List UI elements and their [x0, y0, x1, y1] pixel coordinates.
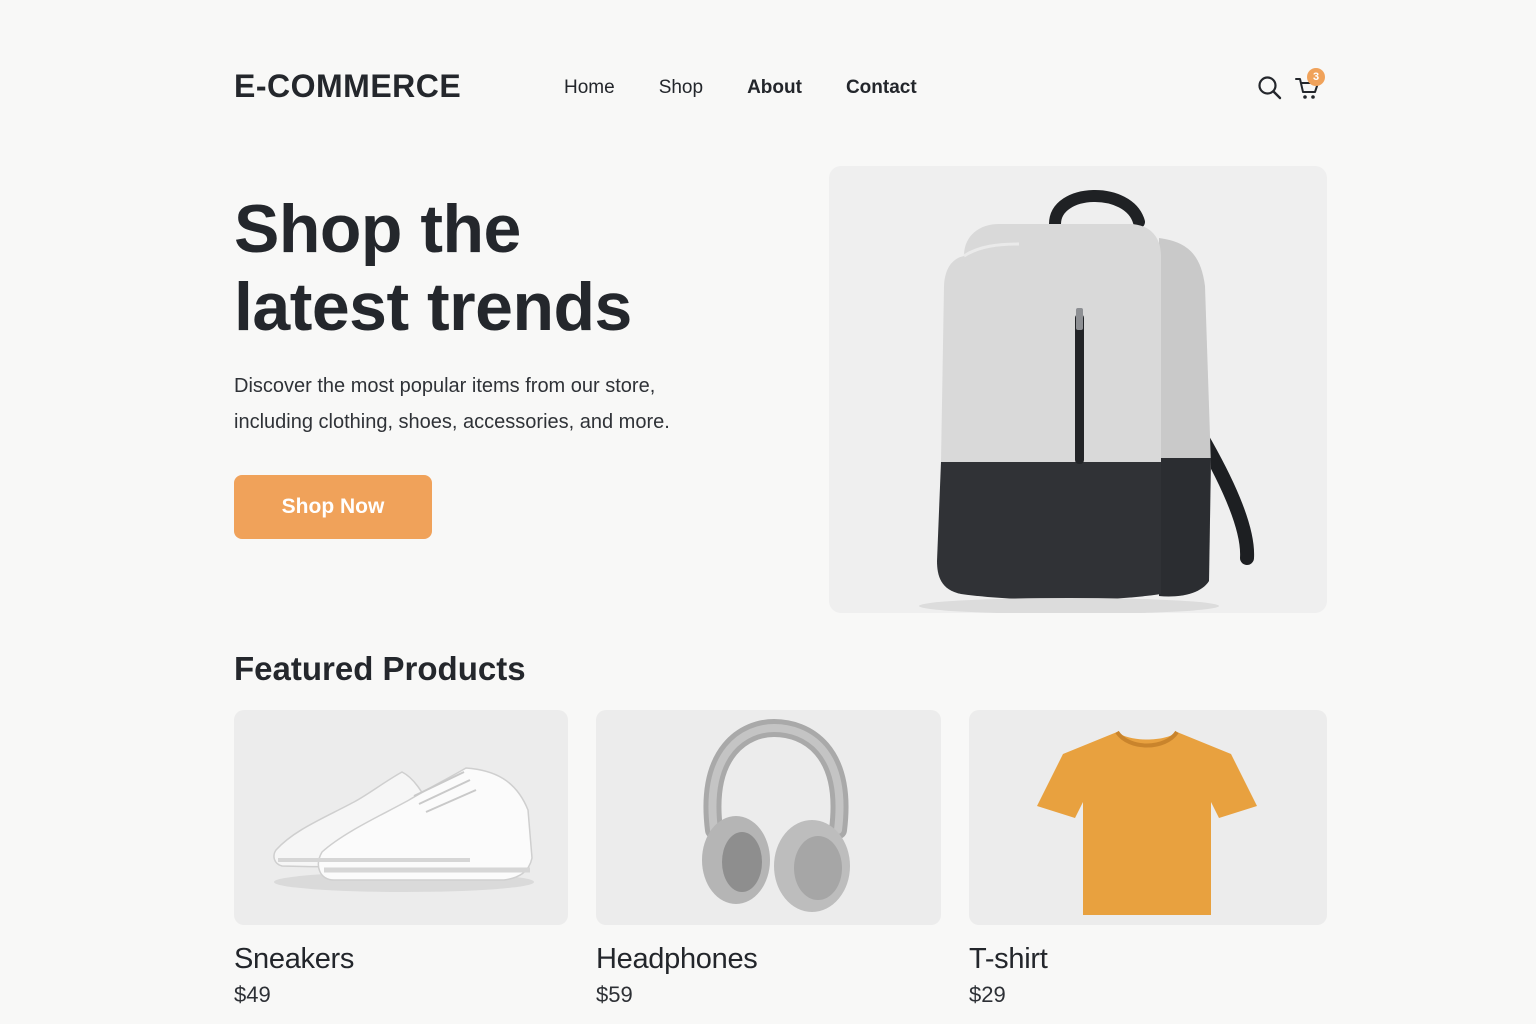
product-card-sneakers[interactable]: Sneakers $49 [234, 710, 568, 1008]
nav-about-link[interactable]: About [747, 76, 802, 100]
hero-subtitle-line1: Discover the most popular items from our… [234, 375, 656, 397]
sneakers-image [273, 767, 534, 892]
cart-count-badge: 3 [1307, 68, 1325, 86]
tshirt-image [1037, 730, 1257, 915]
product-price: $59 [596, 982, 633, 1007]
product-image-tshirt[interactable] [969, 710, 1327, 925]
hero-title-line2: latest trends [234, 269, 632, 345]
nav-contact-link[interactable]: Contact [846, 76, 917, 100]
search-icon [1258, 76, 1282, 100]
backpack-image [919, 190, 1255, 613]
page: E-COMMERCE Home Shop About Contact 3 Sho… [0, 0, 1536, 1024]
featured-products-title: Featured Products [234, 650, 526, 687]
hero-subtitle: Discover the most popular items from our… [234, 368, 754, 440]
product-image-headphones[interactable] [596, 710, 941, 925]
headphones-image [702, 718, 850, 912]
product-price: $49 [234, 982, 271, 1007]
hero-image-card[interactable] [829, 166, 1327, 613]
product-name[interactable]: T-shirt [969, 943, 1327, 976]
hero-title-line1: Shop the [234, 191, 521, 267]
product-name[interactable]: Headphones [596, 943, 941, 976]
nav-home-link[interactable]: Home [564, 76, 615, 100]
brand-logo[interactable]: E-COMMERCE [234, 68, 461, 105]
search-button[interactable] [1256, 74, 1284, 102]
hero-title: Shop the latest trends [234, 190, 754, 346]
shop-now-button[interactable]: Shop Now [234, 475, 432, 539]
product-price: $29 [969, 982, 1006, 1007]
header-actions: 3 [1256, 68, 1328, 106]
main-nav: Home Shop About Contact [564, 76, 961, 100]
product-card-tshirt[interactable]: T-shirt $29 [969, 710, 1327, 1008]
hero-subtitle-line2: including clothing, shoes, accessories, … [234, 411, 670, 433]
nav-shop-link[interactable]: Shop [659, 76, 703, 100]
product-image-sneakers[interactable] [234, 710, 568, 925]
product-card-headphones[interactable]: Headphones $59 [596, 710, 941, 1008]
product-name[interactable]: Sneakers [234, 943, 568, 976]
